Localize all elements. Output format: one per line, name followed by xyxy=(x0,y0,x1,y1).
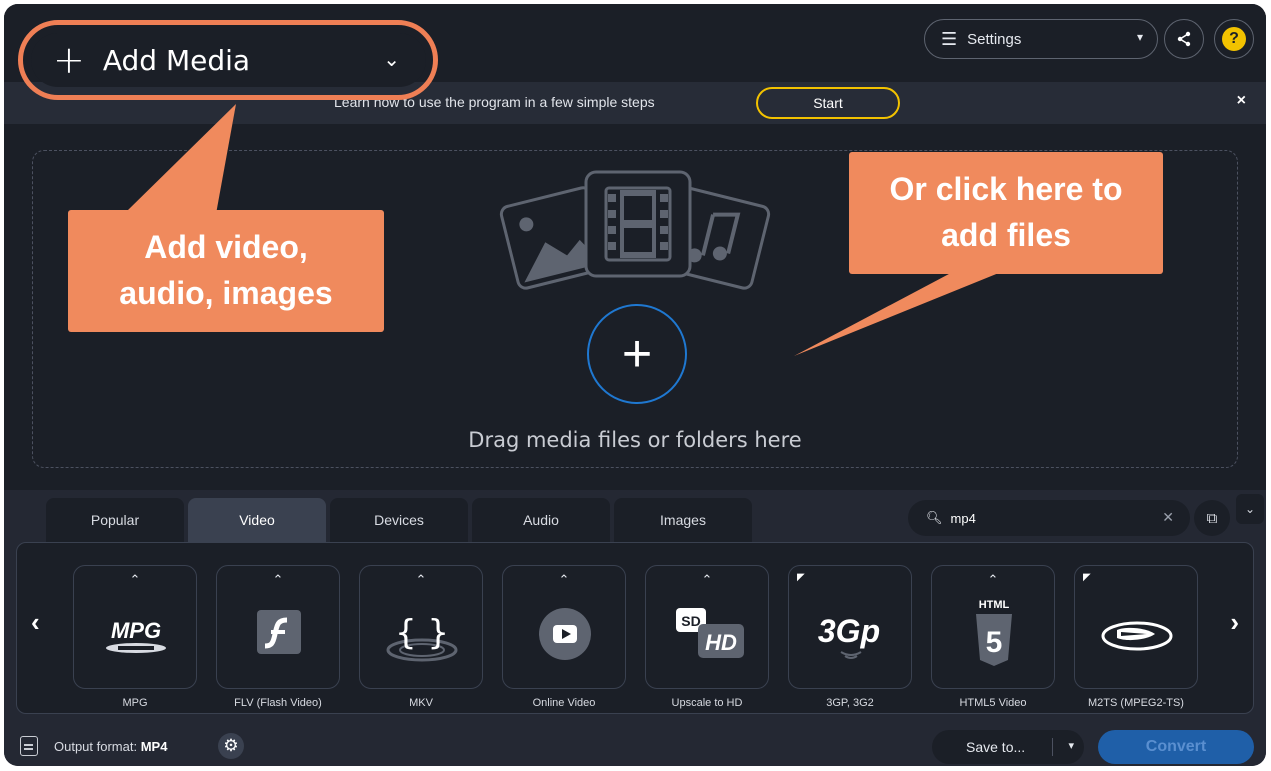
callout-line: Add video, xyxy=(144,229,308,265)
format-label: MKV xyxy=(409,697,433,709)
scroll-right-button[interactable]: › xyxy=(1230,607,1239,638)
html5-icon: HTML 5 xyxy=(976,599,1012,666)
chevron-up-icon[interactable]: ⌃ xyxy=(74,572,196,588)
convert-button[interactable]: Convert xyxy=(1098,730,1254,764)
format-3gp[interactable]: ◤ 3Gp xyxy=(788,565,912,689)
add-media-highlight: + Add Media ⌄ xyxy=(18,20,438,100)
tab-video[interactable]: Video xyxy=(188,498,326,542)
chevron-up-icon[interactable]: ⌃ xyxy=(360,572,482,588)
output-format-icon xyxy=(20,736,38,756)
format-mkv[interactable]: ⌃ { } xyxy=(359,565,483,689)
format-label: Online Video xyxy=(532,697,596,709)
tab-audio[interactable]: Audio xyxy=(472,498,610,542)
youtube-icon xyxy=(539,608,591,660)
format-label: HTML5 Video xyxy=(959,697,1027,709)
chevron-up-icon[interactable]: ⌃ xyxy=(503,572,625,588)
format-html5[interactable]: ⌃ HTML 5 xyxy=(931,565,1055,689)
plus-icon: + xyxy=(621,325,653,383)
plus-icon: + xyxy=(53,38,85,82)
format-upscale-hd[interactable]: ⌃ SD HD xyxy=(645,565,769,689)
corner-mark-icon: ◤ xyxy=(1083,572,1091,583)
search-icon: 🔍︎ xyxy=(926,510,943,525)
svg-text:5: 5 xyxy=(986,626,1003,659)
settings-label: Settings xyxy=(967,30,1022,48)
chevron-down-icon: ▾ xyxy=(1136,30,1143,44)
format-label: Upscale to HD xyxy=(671,697,743,709)
tab-images[interactable]: Images xyxy=(614,498,752,542)
share-icon xyxy=(1177,31,1191,47)
chevron-up-icon[interactable]: ⌃ xyxy=(217,572,339,588)
output-format-value: MP4 xyxy=(140,739,168,754)
corner-mark-icon: ◤ xyxy=(797,572,805,583)
callout-line: Or click here to xyxy=(889,171,1123,207)
close-icon[interactable]: × xyxy=(1237,92,1246,110)
search-input[interactable] xyxy=(950,510,1151,526)
add-media-label: Add Media xyxy=(102,43,251,77)
callout-line: add files xyxy=(941,217,1071,253)
callout-add-files: Or click here to add files xyxy=(849,152,1163,274)
format-label: 3GP, 3G2 xyxy=(826,697,874,709)
help-button[interactable]: ? xyxy=(1214,19,1254,59)
app-window: + Add Media ⌄ ☰ Settings ▾ ? Learn how t… xyxy=(4,4,1266,766)
divider xyxy=(1052,738,1053,756)
sd-hd-icon: SD HD xyxy=(676,608,744,658)
file-search-icon: ⧉ xyxy=(1206,509,1218,527)
media-illustration-icon xyxy=(499,170,771,290)
settings-dropdown[interactable]: ☰ Settings ▾ xyxy=(924,19,1158,59)
svg-text:MPG: MPG xyxy=(111,618,161,643)
help-icon: ? xyxy=(1222,27,1246,51)
format-list: ‹ › ⌃ MPG MPG ⌃ FLV (Flash Video) ⌃ {} … xyxy=(16,542,1254,714)
add-media-button[interactable]: + Add Media ⌄ xyxy=(31,33,426,87)
save-to-label: Save to... xyxy=(966,739,1026,755)
output-format-label: Output format: xyxy=(54,739,138,754)
format-online-video[interactable]: ⌃ xyxy=(502,565,626,689)
format-m2ts[interactable]: ◤ xyxy=(1074,565,1198,689)
drop-zone-text: Drag media files or folders here xyxy=(468,428,802,452)
3gp-icon: 3Gp xyxy=(818,613,880,659)
format-label: M2TS (MPEG2-TS) xyxy=(1088,697,1184,709)
scroll-left-button[interactable]: ‹ xyxy=(31,607,40,638)
flash-icon xyxy=(257,610,301,654)
mkv-icon: { } xyxy=(386,613,458,662)
mpg-icon: MPG xyxy=(106,618,166,653)
output-format: Output format: MP4 xyxy=(54,739,167,754)
save-to-button[interactable]: Save to... ▾ xyxy=(932,730,1084,764)
clear-search-icon[interactable]: ✕ xyxy=(1162,509,1174,526)
chevron-up-icon[interactable]: ⌃ xyxy=(646,572,768,588)
add-files-button[interactable]: + xyxy=(587,304,687,404)
format-label: MPG xyxy=(122,697,148,709)
chevron-down-icon[interactable]: ⌄ xyxy=(383,47,400,71)
svg-text:HTML: HTML xyxy=(979,599,1010,611)
format-flv[interactable]: ⌃ xyxy=(216,565,340,689)
detect-format-button[interactable]: ⧉ xyxy=(1194,500,1230,536)
svg-text:HD: HD xyxy=(705,630,737,655)
bluray-icon xyxy=(1101,621,1173,651)
svg-text:{ }: { } xyxy=(395,613,449,653)
share-button[interactable] xyxy=(1164,19,1204,59)
chevron-down-icon[interactable]: ▾ xyxy=(1068,739,1074,752)
format-search: 🔍︎ ✕ xyxy=(908,500,1190,536)
callout-line: audio, images xyxy=(119,275,333,311)
sliders-icon: ☰ xyxy=(941,28,958,49)
format-mpg[interactable]: ⌃ MPG xyxy=(73,565,197,689)
format-label: FLV (Flash Video) xyxy=(234,697,322,709)
tab-popular[interactable]: Popular xyxy=(46,498,184,542)
svg-text:SD: SD xyxy=(681,613,700,629)
top-bar: + Add Media ⌄ ☰ Settings ▾ ? xyxy=(4,4,1266,100)
svg-text:3Gp: 3Gp xyxy=(818,613,880,649)
tab-devices[interactable]: Devices xyxy=(330,498,468,542)
format-tabs: Popular Video Devices Audio Images xyxy=(46,498,752,542)
collapse-panel-button[interactable]: ⌄ xyxy=(1236,494,1264,524)
gear-icon[interactable]: ⚙ xyxy=(218,733,244,759)
chevron-down-icon: ⌄ xyxy=(1244,502,1256,516)
start-button[interactable]: Start xyxy=(756,87,900,119)
callout-add-media: Add video, audio, images xyxy=(68,210,384,332)
chevron-up-icon[interactable]: ⌃ xyxy=(932,572,1054,588)
footer-bar: Output format: MP4 ⚙ Save to... ▾ Conver… xyxy=(4,722,1266,766)
